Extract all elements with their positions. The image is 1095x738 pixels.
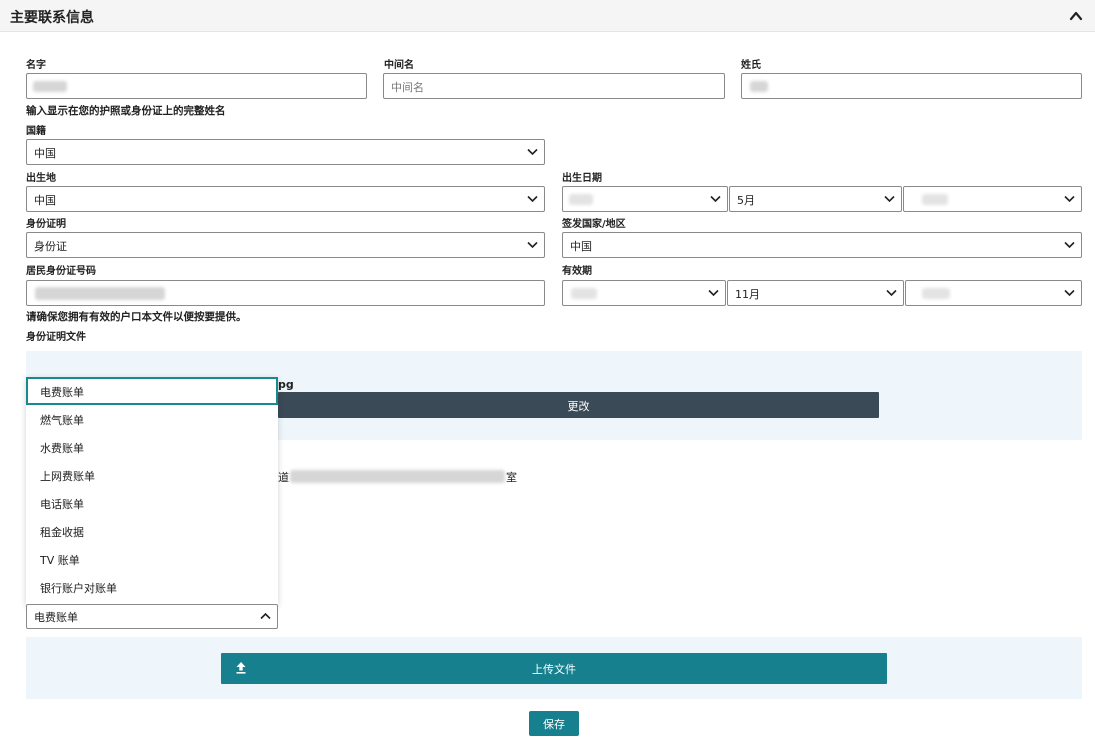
middle-name-label: 中间名 [384,60,414,71]
issuing-country-select[interactable]: 中国 [562,232,1082,258]
option-phone-bill[interactable]: 电话账单 [26,489,278,517]
document-type-value: 电费账单 [34,611,78,624]
redacted-value [571,288,597,299]
birth-month-value: 5月 [737,194,755,207]
document-type-options: 电费账单 燃气账单 水费账单 上网费账单 电话账单 租金收据 TV 账单 银行账… [26,377,278,605]
section-title: 主要联系信息 [10,10,94,26]
first-name-field[interactable] [26,73,367,99]
chevron-down-icon [1064,195,1075,203]
chevron-down-icon [527,148,538,156]
upload-file-button[interactable]: 上传文件 [221,653,887,684]
address-text-start: 道 [278,471,289,484]
chevron-down-icon [527,195,538,203]
nationality-label: 国籍 [26,126,46,137]
id-number-label: 居民身份证号码 [26,266,96,277]
option-electric-bill[interactable]: 电费账单 [26,377,278,405]
redacted-value [922,288,950,299]
nationality-value: 中国 [34,147,56,160]
id-type-select[interactable]: 身份证 [26,232,545,258]
option-internet-bill[interactable]: 上网费账单 [26,461,278,489]
id-document-label: 身份证明文件 [26,332,86,343]
birthplace-select[interactable]: 中国 [26,186,545,212]
issuing-country-label: 签发国家/地区 [562,219,626,230]
first-name-label: 名字 [26,60,46,71]
chevron-down-icon [886,289,897,297]
option-gas-bill[interactable]: 燃气账单 [26,405,278,433]
birth-day-select[interactable] [562,186,728,212]
id-number-field[interactable] [26,280,545,306]
issuing-country-value: 中国 [570,240,592,253]
chevron-down-icon [710,195,721,203]
redacted-value [569,194,593,205]
chevron-down-icon [708,289,719,297]
middle-name-placeholder: 中间名 [391,81,424,94]
redacted-address [290,470,505,483]
chevron-up-icon[interactable] [1068,8,1084,24]
chevron-down-icon [527,241,538,249]
birthdate-label: 出生日期 [562,173,602,184]
chevron-down-icon [1064,289,1075,297]
save-button-label: 保存 [543,718,565,731]
last-name-field[interactable] [741,73,1082,99]
last-name-label: 姓氏 [741,60,761,71]
option-bank-statement[interactable]: 银行账户对账单 [26,573,278,601]
save-button[interactable]: 保存 [529,711,579,736]
expiry-month-value: 11月 [735,288,760,301]
id-type-value: 身份证 [34,240,67,253]
nationality-select[interactable]: 中国 [26,139,545,165]
full-name-help-text: 输入显示在您的护照或身份证上的完整姓名 [26,105,226,117]
upload-button-label: 上传文件 [532,663,576,676]
document-type-select[interactable]: 电费账单 [26,604,278,629]
redacted-value [922,194,948,205]
birth-year-select[interactable] [903,186,1082,212]
change-document-button[interactable]: 更改 [278,392,879,418]
redacted-value [33,81,67,92]
expiry-year-select[interactable] [905,280,1082,306]
id-document-filename: pg [278,378,294,391]
hukou-note: 请确保您拥有有效的户口本文件以便按要提供。 [26,311,247,323]
option-water-bill[interactable]: 水费账单 [26,433,278,461]
address-text-end: 室 [506,471,517,484]
birthplace-value: 中国 [34,194,56,207]
middle-name-field[interactable]: 中间名 [383,73,725,99]
option-rent-receipt[interactable]: 租金收据 [26,517,278,545]
option-tv-bill[interactable]: TV 账单 [26,545,278,573]
chevron-up-icon [260,612,271,620]
section-header[interactable]: 主要联系信息 [0,0,1095,32]
expiry-label: 有效期 [562,266,592,277]
chevron-down-icon [884,195,895,203]
change-button-label: 更改 [567,400,590,413]
redacted-value [750,81,768,92]
birth-month-select[interactable]: 5月 [729,186,902,212]
redacted-value [35,287,165,300]
expiry-day-select[interactable] [562,280,726,306]
birthplace-label: 出生地 [26,173,56,184]
chevron-down-icon [1064,241,1075,249]
expiry-month-select[interactable]: 11月 [727,280,904,306]
id-type-label: 身份证明 [26,219,66,230]
